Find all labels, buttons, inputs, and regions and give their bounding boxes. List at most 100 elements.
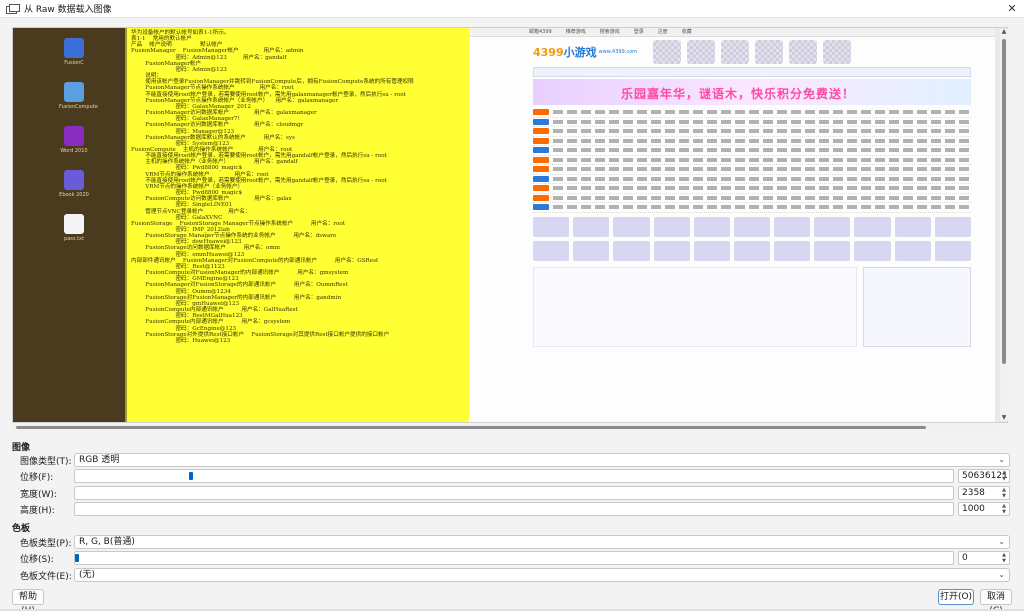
palette-offset-slider[interactable] [74,551,954,565]
web-game-thumb [613,216,650,237]
slider-handle[interactable] [75,554,79,562]
web-link-tag [533,128,549,135]
scroll-thumb[interactable] [1002,39,1006,364]
scroll-thumb[interactable] [16,426,926,429]
help-button[interactable]: 帮助(H) [12,589,44,611]
web-thumb [823,40,852,64]
spin-arrows-icon[interactable]: ▲ ▼ [1000,503,1008,515]
open-button[interactable]: 打开(O) [938,589,974,605]
web-link-text [553,119,971,124]
title-bar: 从 Raw 数据载入图像 ✕ [0,0,1024,18]
web-link-tag [533,156,549,163]
web-toplink: 搜索游戏 [599,29,620,35]
web-game-thumb [733,216,771,237]
image-height-spinbox[interactable]: 1000 ▲ ▼ [958,502,1010,516]
web-game-thumb [573,216,610,237]
image-width-spinbox[interactable]: 2358 ▲ ▼ [958,486,1010,500]
web-toplink: 邮箱4399 [529,29,552,35]
preview-desktop: FusionC FusionCompute Word 2010 Ebook 2020 p… [13,28,125,422]
close-icon[interactable]: ✕ [1000,0,1024,18]
web-link-text [553,129,971,134]
palette-section-heading: 色板 [12,524,31,534]
spin-arrows-icon[interactable]: ▲ ▼ [1000,552,1008,564]
web-link-row [533,175,971,184]
image-type-label: 图像类型(T): [20,457,72,467]
preview-vertical-scrollbar[interactable]: ▲ ▼ [1000,29,1008,421]
palette-type-select[interactable]: R, G, B(普通) ⌄ [74,535,1010,549]
web-toplink: 注册 [657,29,668,35]
image-width-label: 宽度(W): [20,490,57,500]
palette-file-label: 色板文件(E): [20,572,72,582]
image-type-value: RGB 透明 [79,455,120,465]
chevron-down-icon: ⌄ [998,455,1005,464]
web-game-thumb [653,216,690,237]
file-icon [64,38,84,58]
web-link-text [553,167,971,172]
web-thumb [687,40,716,64]
web-hero-text: 乐园嘉年华，谜语木，快乐积分免费送！ [621,87,856,101]
web-game-thumb [613,240,650,261]
file-icon [64,126,84,146]
image-width-slider[interactable] [74,486,954,500]
web-toplink: 收藏 [681,29,692,35]
image-height-slider[interactable] [74,502,954,516]
scroll-up-icon[interactable]: ▲ [1001,29,1007,35]
web-links [533,108,971,213]
web-link-text [553,157,971,162]
palette-offset-spinbox[interactable]: 0 ▲ ▼ [958,551,1010,565]
image-type-select[interactable]: RGB 透明 ⌄ [74,453,1010,467]
spin-arrows-icon[interactable]: ▲ ▼ [1000,470,1008,482]
palette-type-value: R, G, B(普通) [79,537,135,547]
web-link-tag [533,204,549,211]
web-link-tag [533,166,549,173]
web-toplink: 登录 [633,29,644,35]
image-section-heading: 图像 [12,443,31,453]
chevron-down-icon: ⌄ [998,537,1005,546]
web-section [533,266,971,347]
desktop-icon-label: FusionC [64,60,84,66]
web-thumbs [653,40,852,64]
web-toplinks: 邮箱4399 推荐游戏 搜索游戏 登录 注册 收藏 [469,28,995,37]
web-link-tag [533,137,549,144]
image-offset-spinbox[interactable]: 50636121 ▲ ▼ [958,469,1010,483]
palette-file-value: (无) [79,570,96,580]
image-width-value: 2358 [962,488,985,498]
desktop-icon: Ebook 2020 [59,170,89,198]
preview-webpage: 邮箱4399 推荐游戏 搜索游戏 登录 注册 收藏 4399小游戏 www.4399.co… [469,28,995,422]
desktop-icon-label: Ebook 2020 [59,192,89,198]
web-link-text [553,195,971,200]
web-nav [533,67,971,77]
scroll-down-icon[interactable]: ▼ [1001,415,1007,421]
desktop-icon: FusionC [59,38,89,66]
web-game-thumb [854,240,891,261]
spin-arrows-icon[interactable]: ▲ ▼ [1000,487,1008,499]
web-game-thumb [653,240,690,261]
web-toplink: 推荐游戏 [565,29,586,35]
web-game-thumb [774,240,811,261]
web-link-text [553,148,971,153]
web-link-row [533,184,971,194]
web-hero: 乐园嘉年华，谜语木，快乐积分免费送！ [533,79,971,105]
image-offset-label: 位移(F): [20,473,54,483]
preview-horizontal-scrollbar[interactable] [12,424,1000,431]
web-game-thumb [733,240,771,261]
web-link-tag [533,147,549,154]
palette-file-select[interactable]: (无) ⌄ [74,568,1010,582]
web-link-row [533,146,971,156]
image-offset-slider[interactable] [74,469,954,483]
web-link-row [533,127,971,137]
web-thumb [789,40,818,64]
web-game-grid [533,216,971,261]
window-icon [6,3,20,14]
desktop-icon: FusionCompute [59,82,98,110]
palette-type-label: 色板类型(P): [20,539,72,549]
web-game-thumb [533,240,570,261]
web-link-tag [533,194,549,201]
cancel-button[interactable]: 取消(C) [980,589,1012,611]
file-icon [64,214,84,234]
file-icon [64,170,84,190]
web-link-text [553,186,971,191]
slider-handle[interactable] [189,472,194,480]
palette-offset-value: 0 [962,553,968,563]
image-height-label: 高度(H): [20,506,55,516]
